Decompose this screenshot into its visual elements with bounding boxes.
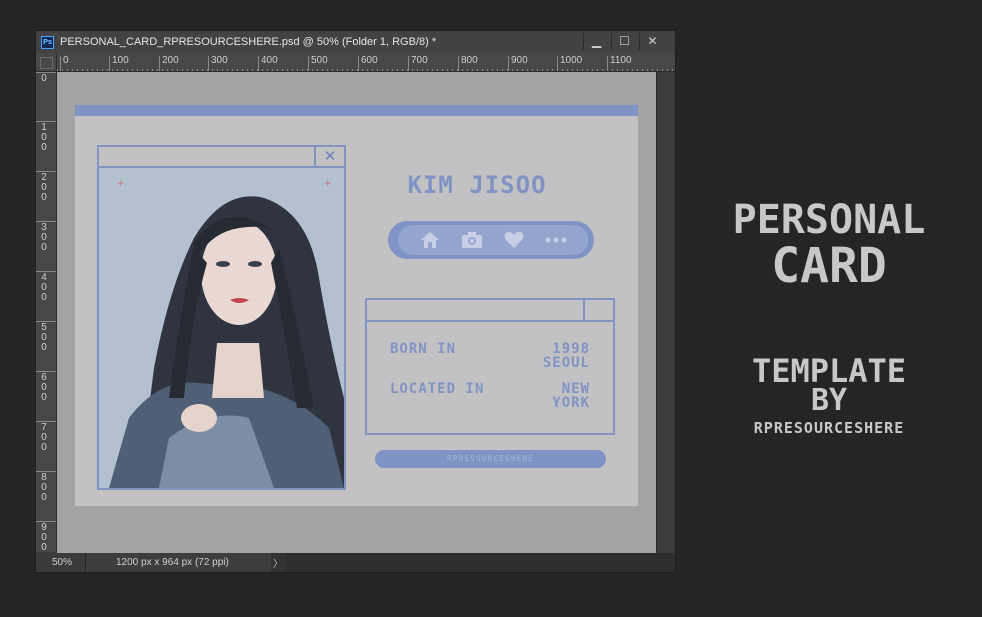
born-label: BORN IN: [390, 341, 457, 357]
born-city: SEOUL: [542, 355, 590, 371]
side-title-personal: PERSONAL: [732, 197, 926, 243]
home-icon: [419, 229, 441, 251]
card-top-bar: [75, 105, 638, 116]
photoshop-app-icon: Ps: [41, 35, 54, 49]
born-year: 1998: [552, 341, 590, 357]
located-line2: YORK: [552, 395, 590, 411]
photoshop-document-window[interactable]: Ps PERSONAL_CARD_RPRESOURCESHERE.psd @ 5…: [35, 30, 676, 573]
photo-window-frame: ✕ + +: [97, 145, 346, 490]
ruler-label: 700: [41, 422, 47, 453]
maximize-button[interactable]: ☐: [611, 33, 637, 50]
vertical-scrollbar[interactable]: [656, 72, 675, 553]
located-label: LOCATED IN: [390, 381, 485, 397]
side-by: BY: [810, 383, 848, 418]
ruler-label: 400: [41, 272, 47, 303]
side-title-card: CARD: [771, 238, 887, 294]
status-menu-arrow[interactable]: 〉: [271, 555, 285, 570]
ruler-label: 700: [408, 56, 428, 71]
document-title: PERSONAL_CARD_RPRESOURCESHERE.psd @ 50% …: [60, 36, 437, 48]
more-icon: [545, 229, 567, 251]
horizontal-ruler[interactable]: 0 100 200 300 400 500 600 700 800 900 10…: [57, 53, 675, 72]
ruler-label: 900: [41, 522, 47, 553]
document-info: 1200 px x 964 px (72 ppi): [86, 553, 271, 572]
info-window-titlebar: [367, 300, 613, 322]
ruler-label: 0: [60, 56, 69, 71]
ruler-label: 500: [41, 322, 47, 353]
personal-card: ✕ + + KIM JISOO BORN IN 1998 SEOUL LOCAT…: [75, 105, 638, 506]
status-bar: 50% 1200 px x 964 px (72 ppi) 〉: [36, 553, 675, 572]
ruler-label: 400: [258, 56, 278, 71]
ruler-label: 500: [308, 56, 328, 71]
close-icon: ✕: [314, 147, 344, 168]
ruler-label: 300: [41, 222, 47, 253]
ruler-label: 900: [508, 56, 528, 71]
vertical-ruler[interactable]: 0 100 200 300 400 500 600 700 800 900: [36, 72, 57, 552]
ruler-label: 1100: [607, 56, 632, 71]
ruler-label: 200: [41, 172, 47, 203]
zoom-level-field[interactable]: 50%: [36, 553, 86, 572]
located-line1: NEW: [561, 381, 590, 397]
ruler-label: 1000: [557, 56, 582, 71]
ruler-label: 800: [41, 472, 47, 503]
info-window-frame: BORN IN 1998 SEOUL LOCATED IN NEW YORK: [365, 298, 615, 435]
close-button[interactable]: ✕: [639, 33, 665, 50]
ruler-label: 100: [109, 56, 129, 71]
portrait-illustration: + +: [99, 168, 344, 488]
card-footer-credit: RPRESOURCESHERE: [375, 450, 606, 468]
photo-window-titlebar: ✕: [99, 147, 344, 168]
document-canvas[interactable]: ✕ + + KIM JISOO BORN IN 1998 SEOUL LOCAT…: [57, 72, 656, 553]
ruler-origin-corner[interactable]: [36, 53, 57, 72]
ruler-label: 200: [159, 56, 179, 71]
ruler-label: 600: [358, 56, 378, 71]
info-window-button: [583, 300, 613, 322]
icon-pill-bar: [388, 221, 594, 259]
ruler-label: 0: [41, 73, 47, 84]
svg-text:+: +: [117, 179, 125, 189]
heart-icon: [503, 229, 525, 251]
camera-icon: [461, 229, 483, 251]
minimize-button[interactable]: ▁: [583, 33, 609, 50]
window-titlebar[interactable]: Ps PERSONAL_CARD_RPRESOURCESHERE.psd @ 5…: [36, 31, 675, 53]
ruler-label: 600: [41, 372, 47, 403]
ruler-label: 100: [41, 122, 47, 153]
ruler-label: 800: [458, 56, 478, 71]
card-name: KIM JISOO: [407, 171, 547, 199]
horizontal-scrollbar[interactable]: [285, 553, 675, 572]
svg-text:+: +: [324, 179, 332, 189]
ruler-label: 300: [208, 56, 228, 71]
portrait-photo: + +: [99, 168, 344, 488]
side-credit: RPRESOURCESHERE: [753, 419, 905, 437]
